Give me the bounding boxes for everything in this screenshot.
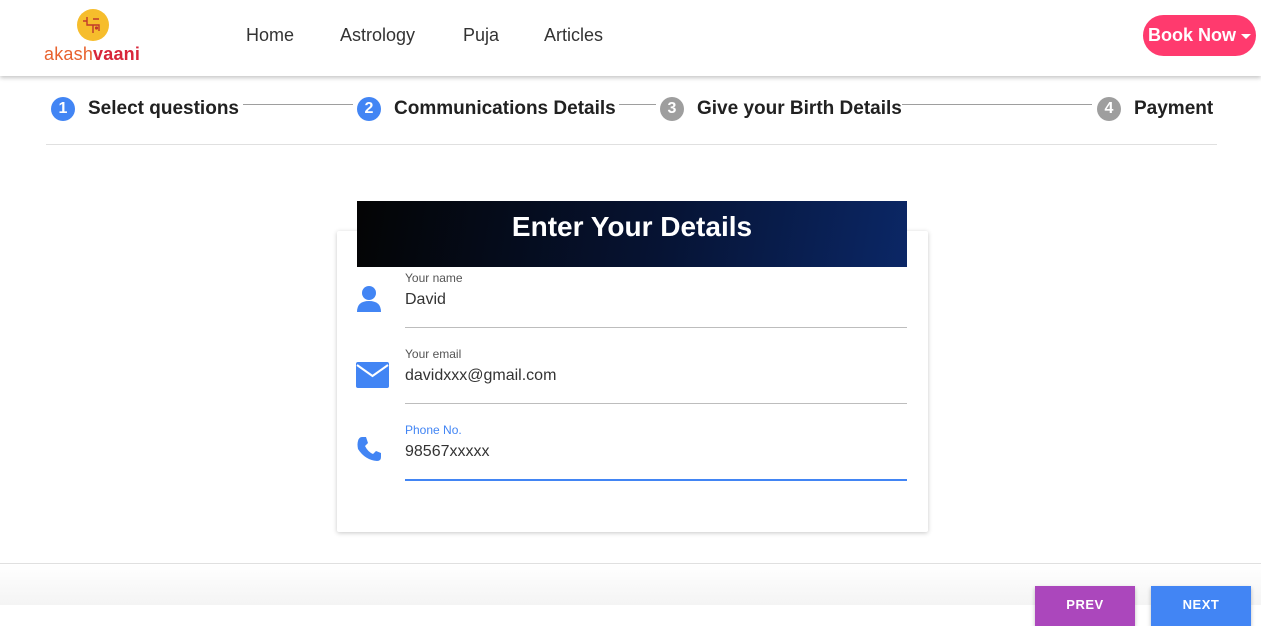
brand-name: akashvaani (44, 44, 140, 65)
step-number-badge: 3 (660, 97, 684, 121)
step-number-badge: 2 (357, 97, 381, 121)
name-input[interactable] (405, 291, 907, 309)
step-number-badge: 1 (51, 97, 75, 121)
phone-field-underline (405, 479, 907, 481)
phone-input[interactable] (405, 443, 907, 461)
name-field: Your name (337, 271, 928, 341)
step-connector (243, 104, 353, 105)
step-number-badge: 4 (1097, 97, 1121, 121)
email-field: Your email (337, 347, 928, 417)
step-birth-details[interactable]: 3 Give your Birth Details (660, 97, 902, 121)
prev-button[interactable]: PREV (1035, 586, 1135, 626)
stepper-divider (46, 144, 1217, 145)
nav-item-home[interactable]: Home (246, 25, 294, 46)
step-label: Communications Details (394, 98, 616, 119)
step-label: Select questions (88, 98, 239, 119)
phone-field-label: Phone No. (405, 423, 462, 437)
envelope-icon (356, 362, 389, 393)
caret-down-icon (1241, 34, 1251, 39)
name-field-underline (405, 327, 907, 328)
step-label: Give your Birth Details (697, 98, 902, 119)
phone-field: Phone No. (337, 423, 928, 493)
book-now-button[interactable]: Book Now (1143, 15, 1256, 56)
step-payment[interactable]: 4 Payment (1097, 97, 1213, 121)
nav-item-puja[interactable]: Puja (463, 25, 499, 46)
name-field-label: Your name (405, 271, 463, 285)
top-navbar: akashvaani Home Astrology Puja Articles … (0, 0, 1261, 76)
step-select-questions[interactable]: 1 Select questions (51, 97, 239, 121)
step-connector (902, 104, 1092, 105)
brand-name-part1: akash (44, 44, 94, 64)
step-connector (619, 104, 656, 105)
logo-emblem-icon (77, 9, 109, 41)
nav-item-articles[interactable]: Articles (544, 25, 603, 46)
email-field-underline (405, 403, 907, 404)
progress-stepper: 1 Select questions 2 Communications Deta… (0, 90, 1261, 130)
brand-name-part2: vaani (93, 44, 141, 64)
form-title: Enter Your Details (357, 201, 907, 267)
step-label: Payment (1134, 98, 1214, 119)
email-input[interactable] (405, 367, 907, 385)
next-button[interactable]: NEXT (1151, 586, 1251, 626)
user-icon (356, 285, 382, 318)
nav-item-astrology[interactable]: Astrology (340, 25, 415, 46)
step-communication-details[interactable]: 2 Communications Details (357, 97, 616, 121)
email-field-label: Your email (405, 347, 462, 361)
phone-icon (356, 436, 382, 467)
book-now-label: Book Now (1148, 25, 1236, 45)
brand-logo[interactable]: akashvaani (44, 8, 154, 68)
